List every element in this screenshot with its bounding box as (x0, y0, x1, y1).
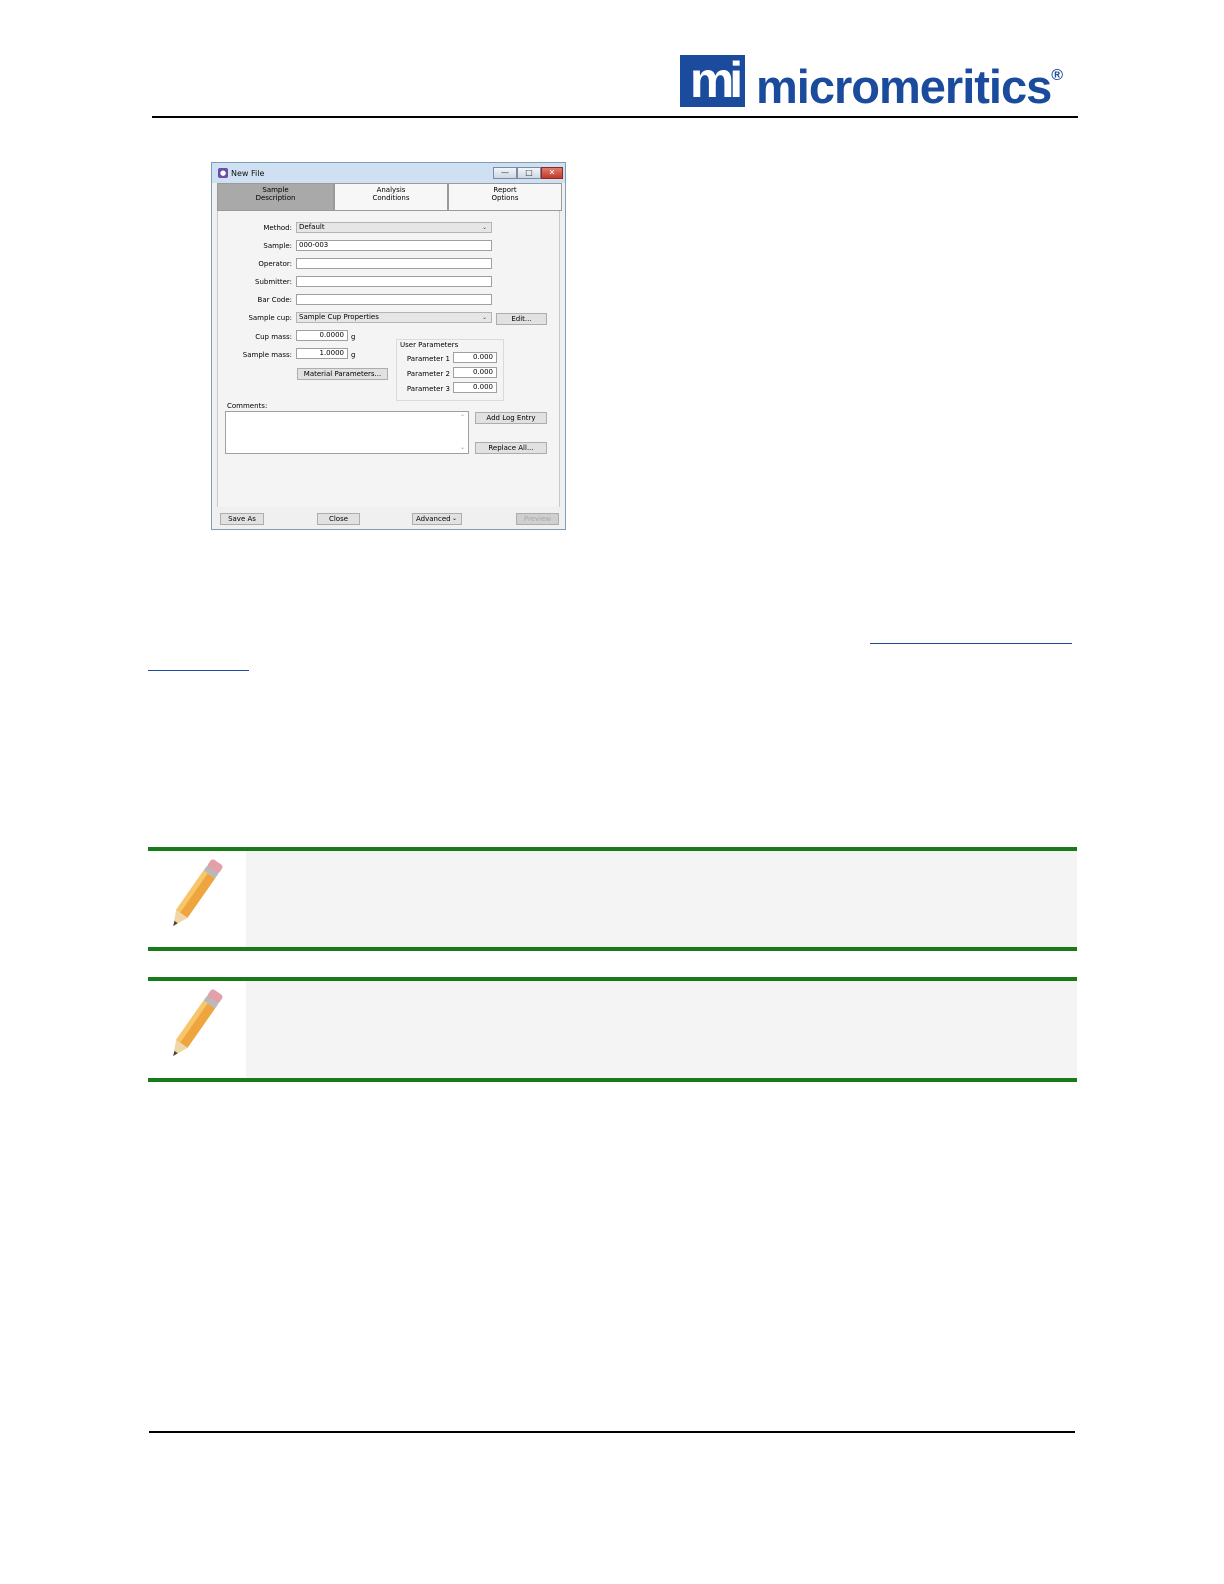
sample-cup-select[interactable]: Sample Cup Properties ⌄ (296, 312, 492, 323)
tab-report-options[interactable]: Report Options (448, 183, 562, 211)
replace-all-button[interactable]: Replace All... (475, 442, 547, 454)
tab-label-line2: Conditions (372, 194, 410, 202)
header-divider (152, 116, 1078, 118)
submitter-field[interactable] (296, 276, 492, 287)
chevron-down-icon[interactable]: ⌄ (460, 444, 465, 451)
cup-mass-unit: g (351, 333, 356, 341)
app-icon: ● (218, 168, 228, 178)
user-parameters-title: User Parameters (400, 341, 459, 349)
link-underline-2[interactable] (148, 670, 249, 671)
sample-mass-label: Sample mass: (242, 351, 292, 359)
dialog-titlebar[interactable]: ● New File — □ ✕ (212, 163, 565, 183)
chevron-up-icon[interactable]: ⌃ (460, 414, 465, 421)
add-log-entry-button[interactable]: Add Log Entry (475, 412, 547, 424)
note-1-body (246, 851, 1077, 947)
method-select[interactable]: Default ⌄ (296, 222, 492, 233)
logo-mark-text: mi (689, 52, 743, 108)
chevron-down-icon: ⌄ (481, 224, 487, 231)
link-underline-1[interactable] (870, 643, 1072, 644)
preview-button: Preview (516, 513, 559, 525)
barcode-field[interactable] (296, 294, 492, 305)
cup-mass-field[interactable]: 0.0000 (296, 330, 348, 341)
advanced-label: Advanced (416, 515, 451, 523)
logo-wordmark-text: micromeritics (756, 60, 1052, 113)
maximize-button[interactable]: □ (517, 167, 541, 179)
tab-label-line1: Report (493, 186, 517, 194)
tab-label-line2: Options (491, 194, 519, 202)
tab-analysis-conditions[interactable]: Analysis Conditions (334, 183, 448, 211)
tab-label-line2: Description (255, 194, 296, 202)
micromeritics-logo: mi micromeritics® (680, 52, 1076, 113)
close-button[interactable]: Close (317, 513, 360, 525)
operator-label: Operator: (258, 260, 292, 268)
tab-label-line1: Analysis (376, 186, 406, 194)
parameter-3-label: Parameter 3 (406, 385, 450, 393)
sample-label: Sample: (263, 242, 292, 250)
submitter-label: Submitter: (255, 278, 292, 286)
sample-cup-value: Sample Cup Properties (299, 313, 379, 321)
new-file-dialog: ● New File — □ ✕ Sample Description Anal… (211, 162, 566, 530)
comments-label: Comments: (227, 402, 268, 410)
edit-button[interactable]: Edit... (496, 313, 547, 325)
sample-cup-label: Sample cup: (248, 314, 292, 322)
footer-divider (149, 1431, 1075, 1433)
sample-description-panel (217, 211, 560, 507)
method-label: Method: (263, 224, 292, 232)
pencil-icon (173, 989, 223, 1057)
advanced-dropdown-button[interactable]: Advanced ⌄ (412, 513, 462, 525)
note-2-bottom-border (148, 1078, 1077, 1082)
method-value: Default (299, 223, 325, 231)
dialog-title: New File (231, 169, 265, 178)
tab-sample-description[interactable]: Sample Description (217, 183, 334, 211)
pencil-icon (173, 859, 223, 927)
save-as-button[interactable]: Save As (220, 513, 264, 525)
sample-mass-field[interactable]: 1.0000 (296, 348, 348, 359)
minimize-button[interactable]: — (493, 167, 517, 179)
logo-mark: mi (680, 52, 745, 108)
sample-field[interactable]: 000-003 (296, 240, 492, 251)
parameter-1-label: Parameter 1 (406, 355, 450, 363)
cup-mass-label: Cup mass: (255, 333, 292, 341)
chevron-down-icon: ⌄ (451, 515, 457, 522)
registered-mark: ® (1051, 67, 1064, 84)
tab-label-line1: Sample (262, 186, 289, 194)
material-parameters-button[interactable]: Material Parameters... (297, 368, 388, 380)
chevron-down-icon: ⌄ (481, 314, 487, 321)
sample-mass-unit: g (351, 351, 356, 359)
comments-textarea[interactable]: ⌃ ⌄ (225, 411, 469, 454)
parameter-3-field[interactable]: 0.000 (453, 382, 497, 393)
operator-field[interactable] (296, 258, 492, 269)
logo-wordmark: micromeritics® (756, 59, 1063, 114)
parameter-2-field[interactable]: 0.000 (453, 367, 497, 378)
note-1-bottom-border (148, 947, 1077, 951)
note-2-body (246, 981, 1077, 1078)
close-window-button[interactable]: ✕ (541, 167, 563, 179)
barcode-label: Bar Code: (257, 296, 292, 304)
parameter-1-field[interactable]: 0.000 (453, 352, 497, 363)
parameter-2-label: Parameter 2 (406, 370, 450, 378)
